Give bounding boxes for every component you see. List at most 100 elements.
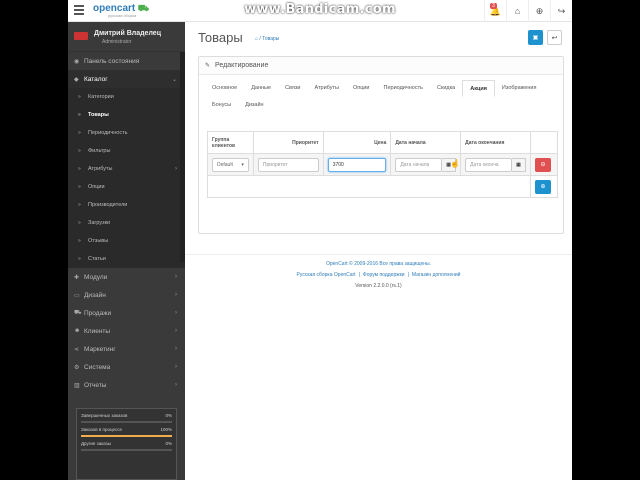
logo-subtitle: русская сборка (108, 13, 137, 18)
column-header (529, 131, 559, 154)
user-profile[interactable]: Дмитрий Владелец Administrator (68, 22, 185, 52)
footer-link[interactable]: Магазин дополнений (412, 272, 461, 278)
date-end-input[interactable]: Дата оконча (465, 157, 512, 172)
sidebar-subitem-categories[interactable]: » Категории (68, 88, 185, 106)
column-header: Дата начала (390, 131, 462, 154)
header-actions: 3 🔔 ⌂ ⊕ ↪ (484, 0, 572, 22)
footer-link[interactable]: Форум поддержки (363, 272, 405, 278)
stat-value: 0% (165, 441, 172, 446)
stat-progress-fill (81, 435, 172, 437)
help-button[interactable]: ⊕ (528, 0, 550, 22)
sidebar-subitem-attributes[interactable]: » Атрибуты › (68, 160, 185, 178)
bar-chart-icon: ▥ (74, 382, 80, 389)
tab[interactable]: Основное (205, 80, 244, 97)
cart-icon: ⛟ (74, 310, 82, 316)
sidebar-subitem-recurring[interactable]: » Периодичность (68, 124, 185, 142)
priority-input[interactable]: Приоритет (257, 157, 319, 172)
home-icon[interactable]: ⌂ (255, 36, 258, 42)
mouse-cursor-icon: ☝ (450, 159, 460, 168)
sidebar-subitem-label: Опции (88, 184, 105, 190)
reply-icon: ↩ (551, 34, 558, 42)
sidebar-subitem-label: Периодичность (88, 130, 128, 136)
menu-toggle-icon[interactable] (74, 5, 84, 15)
tab[interactable]: Скидка (430, 80, 462, 97)
tab[interactable]: Данные (244, 80, 278, 97)
breadcrumb-link[interactable]: Товары (262, 36, 279, 42)
sidebar-subitem-articles[interactable]: » Статьи (68, 250, 185, 268)
back-button[interactable]: ↩ (547, 30, 562, 45)
sidebar-subitem-downloads[interactable]: » Загрузки (68, 214, 185, 232)
notification-badge: 3 (490, 3, 497, 9)
user-icon: ☻ (74, 328, 81, 334)
table-cell: Приоритет (252, 153, 324, 176)
date-end-group: Дата оконча ▦ (465, 157, 526, 172)
sidebar-subitem-reviews[interactable]: » Отзывы (68, 232, 185, 250)
sidebar-subitem-filters[interactable]: » Фильтры (68, 142, 185, 160)
double-chevron-icon: » (78, 166, 81, 172)
sidebar-item-modules[interactable]: ✚ Модули › (68, 268, 185, 286)
plus-circle-icon: ⊕ (540, 184, 546, 190)
tab[interactable]: Периодичность (377, 80, 430, 97)
sidebar-item-design[interactable]: ▭ Дизайн › (68, 286, 185, 304)
sidebar-item-label: Каталог (84, 75, 108, 83)
sidebar-item-customers[interactable]: ☻ Клиенты › (68, 322, 185, 340)
stat-value: 100% (160, 427, 172, 432)
sidebar-item-catalog[interactable]: ◆ Каталог ⌄ (68, 70, 185, 88)
notifications-button[interactable]: 3 🔔 (484, 0, 506, 22)
sidebar-item-label: Дизайн (84, 291, 106, 299)
floppy-icon: ▣ (532, 35, 539, 41)
tag-icon: ◆ (74, 76, 79, 83)
calendar-button[interactable]: ▦ (511, 157, 526, 172)
chevron-right-icon: › (175, 310, 177, 316)
column-header: Приоритет (252, 131, 324, 154)
sidebar-subitem-manufacturers[interactable]: » Производители (68, 196, 185, 214)
sidebar-item-system[interactable]: ⚙ Система › (68, 358, 185, 376)
logout-button[interactable]: ↪ (550, 0, 572, 22)
chevron-right-icon: › (175, 382, 177, 388)
table-header-row: Группа клиентов Приоритет Цена Дата нача… (207, 131, 559, 154)
footer-link[interactable]: Русская сборка OpenCart (297, 272, 356, 278)
copyright-link[interactable]: OpenCart © 2009-2016 Все права защищены. (185, 261, 572, 267)
tab[interactable]: Опции (346, 80, 377, 97)
sidebar-item-reports[interactable]: ▥ Отчеты › (68, 376, 185, 394)
home-button[interactable]: ⌂ (506, 0, 528, 22)
sidebar-item-label: Маркетинг (84, 345, 116, 353)
date-start-input[interactable]: Дата начала (395, 157, 443, 172)
breadcrumb: ⌂ / Товары (255, 36, 280, 42)
double-chevron-icon: » (78, 184, 81, 190)
sidebar-item-marketing[interactable]: ⋖ Маркетинг › (68, 340, 185, 358)
add-row-button[interactable]: ⊕ (534, 179, 551, 194)
sidebar-item-label: Система (84, 363, 111, 371)
price-input[interactable]: 3700 (327, 157, 387, 172)
main-content: Товары ⌂ / Товары ▣ ↩ ✎ Редактирование Ос… (185, 22, 572, 480)
version-text: Version 2.2.0.0 (rs.1) (355, 283, 402, 289)
tab[interactable]: Атрибуты (307, 80, 345, 97)
sidebar-subitem-products[interactable]: » Товары (68, 106, 185, 124)
tab-bar: Основное Данные Связи Атрибуты Опции Периодич… (199, 75, 563, 114)
panel-title: Редактирование (215, 62, 269, 69)
stat-label: Заказов в процессе (81, 427, 123, 432)
tab[interactable]: Дизайн (238, 97, 271, 114)
stat-value: 0% (165, 413, 172, 418)
sidebar-item-label: Модули (84, 273, 108, 281)
table-cell: 3700 (322, 153, 392, 176)
sidebar-item-label: Клиенты (84, 327, 111, 335)
save-button[interactable]: ▣ (528, 30, 543, 45)
remove-row-button[interactable]: ⊖ (534, 157, 551, 172)
sidebar-subitem-label: Производители (88, 202, 128, 208)
tab[interactable]: Связи (278, 80, 307, 97)
table-footer-row: ⊕ (207, 175, 559, 198)
tab[interactable]: Изображения (495, 80, 544, 97)
sidebar-item-sales[interactable]: ⛟ Продажи › (68, 304, 185, 322)
sidebar-item-dashboard[interactable]: ◉ Панель состояния (68, 52, 185, 70)
chevron-down-icon: ▾ (241, 161, 244, 168)
tab[interactable]: Бонусы (205, 97, 238, 114)
column-header: Цена (322, 131, 392, 154)
sidebar-subitem-label: Загрузки (88, 220, 111, 226)
tab[interactable]: Акция (462, 80, 495, 97)
table-cell (207, 175, 531, 198)
double-chevron-icon: » (78, 112, 81, 118)
sidebar-subitem-label: Атрибуты (88, 166, 113, 172)
customer-group-select[interactable]: Default ▾ (212, 157, 249, 172)
sidebar-subitem-options[interactable]: » Опции (68, 178, 185, 196)
